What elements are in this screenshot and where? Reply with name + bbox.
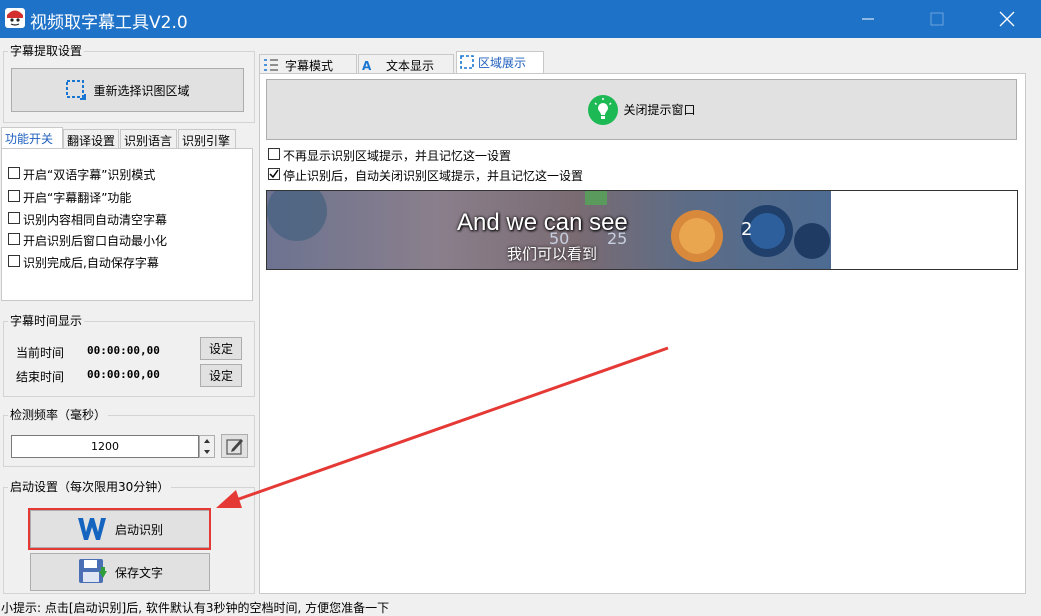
capture-group-title: 字幕提取设置 [8,44,85,58]
spin-down-icon [204,450,210,454]
region-icon [460,55,474,69]
save-text-button[interactable]: 保存文字 [30,553,210,591]
start-group-title: 启动设置（每次限用30分钟） [8,480,172,494]
checkmark-icon [269,169,279,179]
window-title: 视频取字幕工具V2.0 [30,13,188,33]
checkbox-translation[interactable] [8,190,20,202]
status-bar-text: 小提示: 点击[启动识别]后, 软件默认有3秒钟的空档时间, 方便您准备一下 [1,601,390,615]
frequency-title: 检测频率（毫秒） [8,408,109,422]
frequency-spinner[interactable] [199,435,215,458]
tab-recognition-engine[interactable]: 识别引擎 [178,129,236,149]
reselect-region-label: 重新选择识图区域 [93,83,190,98]
edit-frequency-button[interactable] [221,434,248,458]
annotation-highlight-box [28,508,211,550]
set-end-time-button[interactable]: 设定 [200,364,242,387]
close-button[interactable] [984,0,1030,38]
end-time-value: 00:00:00,00 [87,368,160,381]
title-bar: 视频取字幕工具V2.0 [0,0,1041,38]
tab-subtitle-mode[interactable]: 字幕模式 [259,54,357,74]
close-tip-window-label: 关闭提示窗口 [623,103,696,117]
checkbox-clear-same[interactable] [8,212,20,224]
save-text-label: 保存文字 [114,565,163,580]
list-icon [264,59,278,71]
region-preview-image: 50 25 2 And we can see 我们可以看到 [267,191,831,269]
spin-up-icon [204,439,210,443]
tab-recognition-language[interactable]: 识别语言 [120,129,177,149]
checkbox-auto-minimize[interactable] [8,233,20,245]
current-time-value: 00:00:00,00 [87,344,160,357]
text-a-icon: A [362,59,372,73]
tab-subtitle-mode-label: 字幕模式 [285,59,334,73]
edit-icon [225,439,243,455]
set-end-time-label: 设定 [208,369,233,383]
checkbox-clear-same-label: 识别内容相同自动清空字幕 [23,213,168,227]
checkbox-translation-label: 开启“字幕翻译”功能 [23,191,132,205]
checkbox-auto-minimize-label: 开启识别后窗口自动最小化 [23,234,168,248]
lightbulb-icon [588,94,619,125]
minimize-icon [862,18,874,20]
tab-function-switch[interactable]: 功能开关 [1,127,63,149]
time-display-title: 字幕时间显示 [8,314,85,328]
close-icon [999,11,1015,27]
end-time-label: 结束时间 [16,370,65,384]
tab-translation-settings[interactable]: 翻译设置 [63,129,119,149]
subtitle-english: And we can see [457,209,628,236]
tab-translation-settings-label: 翻译设置 [67,134,116,148]
checkbox-auto-close-tip[interactable] [268,168,280,180]
tab-recognition-engine-label: 识别引擎 [182,134,231,148]
app-icon [5,8,25,28]
checkbox-no-region-tip[interactable] [268,148,280,160]
tab-function-switch-label: 功能开关 [5,132,54,146]
region-select-icon [66,80,87,100]
checkbox-auto-close-tip-label: 停止识别后，自动关闭识别区域提示，并且记忆这一设置 [283,169,584,183]
tab-recognition-language-label: 识别语言 [124,134,173,148]
save-icon [78,559,107,583]
tab-region-display-label: 区域展示 [478,56,527,70]
current-time-label: 当前时间 [16,346,65,360]
reselect-region-button[interactable]: 重新选择识图区域 [11,68,244,112]
set-current-time-label: 设定 [208,342,233,356]
maximize-button[interactable] [914,0,960,38]
close-tip-window-button[interactable]: 关闭提示窗口 [266,79,1017,140]
checkbox-bilingual-label: 开启“双语字幕”识别模式 [23,168,156,182]
tab-text-display[interactable]: A 文本显示 [358,54,454,74]
frequency-value: 1200 [91,440,119,453]
subtitle-chinese: 我们可以看到 [507,245,598,263]
set-current-time-button[interactable]: 设定 [200,337,242,360]
hud-number-right: 2 [741,219,753,240]
maximize-icon [930,12,944,26]
tab-text-display-label: 文本显示 [386,59,435,73]
checkbox-auto-save[interactable] [8,255,20,267]
checkbox-no-region-tip-label: 不再显示识别区域提示，并且记忆这一设置 [283,149,512,163]
status-bar: 小提示: 点击[启动识别]后, 软件默认有3秒钟的空档时间, 方便您准备一下 [0,596,1041,616]
tab-region-display[interactable]: 区域展示 [456,51,544,73]
checkbox-auto-save-label: 识别完成后,自动保存字幕 [23,256,159,270]
frequency-input[interactable]: 1200 [11,435,199,458]
minimize-button[interactable] [845,0,891,38]
checkbox-bilingual[interactable] [8,167,20,179]
